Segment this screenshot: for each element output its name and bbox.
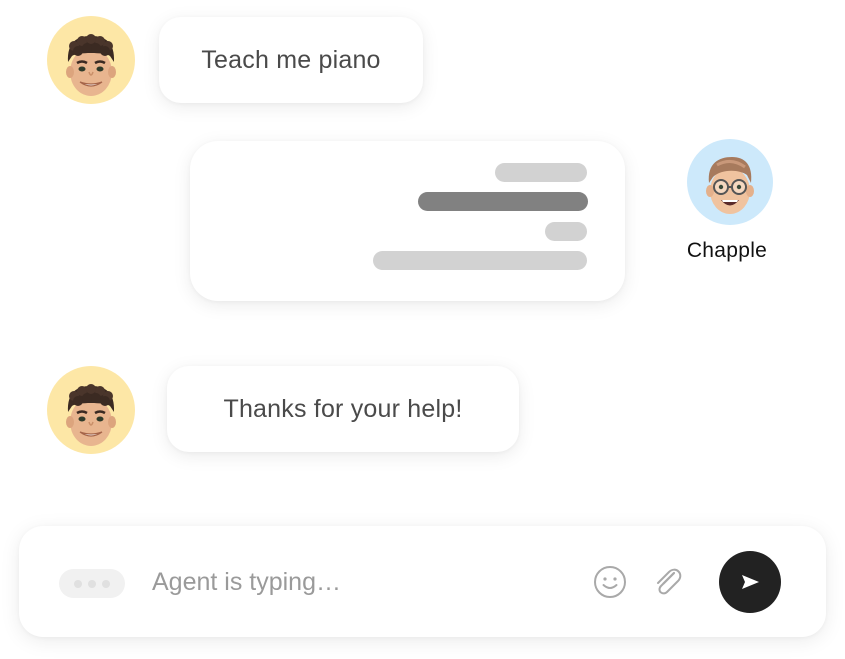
attach-file-button[interactable] [649,564,685,600]
paperclip-icon [657,568,682,595]
skeleton-line [373,251,587,270]
send-button[interactable] [719,551,781,613]
agent-avatar [687,139,773,225]
typing-dot [74,579,82,588]
message-bubble-user: Thanks for your help! [167,366,519,452]
memoji-glasses-icon [706,157,754,214]
emoji-button[interactable] [592,564,628,600]
message-bubble-user: Teach me piano [159,17,423,103]
message-text: Thanks for your help! [223,394,463,423]
send-arrow-icon [742,575,759,589]
message-bubble-agent-loading [190,141,625,301]
message-composer [19,526,826,637]
memoji-curly-hair-icon [66,384,116,446]
message-input[interactable] [152,562,572,602]
memoji-curly-hair-icon [66,34,116,96]
user-avatar [47,16,135,104]
typing-indicator [59,569,125,598]
message-text: Teach me piano [201,45,381,74]
agent-name-label: Chapple [686,239,768,262]
skeleton-line [545,222,587,241]
smiley-face-icon [594,566,626,598]
typing-dot [88,579,96,588]
skeleton-line [495,163,587,182]
typing-dot [102,579,110,588]
user-avatar [47,366,135,454]
skeleton-line [418,192,588,211]
